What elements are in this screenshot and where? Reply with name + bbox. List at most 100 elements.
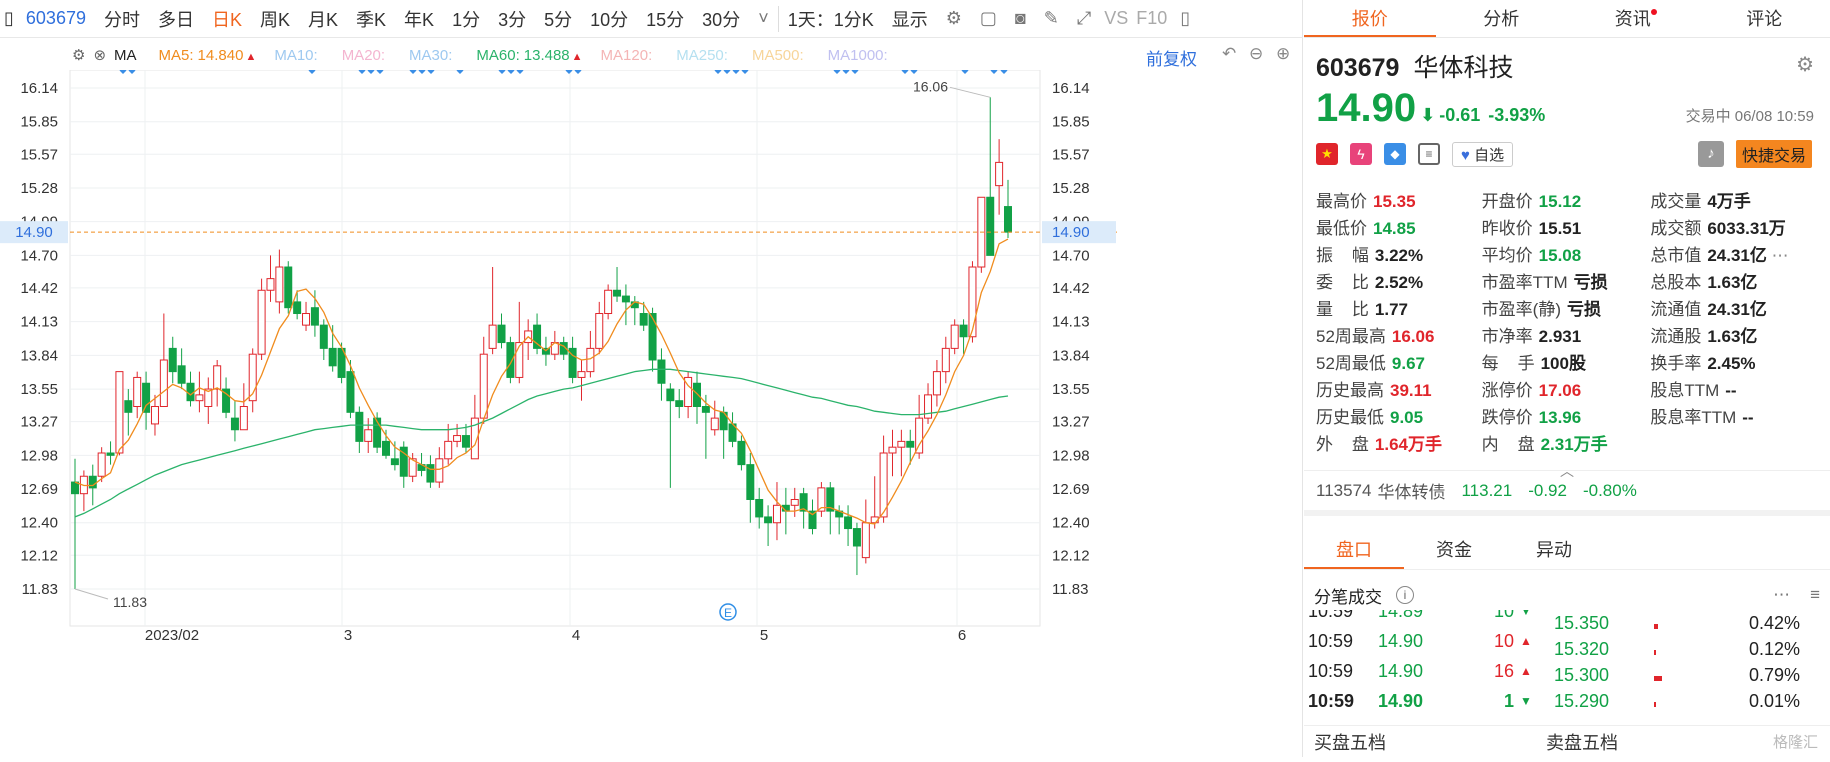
period-tab[interactable]: 3分 xyxy=(489,6,535,32)
stat-label: 涨停价 xyxy=(1482,381,1533,400)
layout-icon[interactable]: ▢ xyxy=(971,8,1006,29)
period-tab[interactable]: 分时 xyxy=(95,6,149,32)
period-tab[interactable]: 5分 xyxy=(535,6,581,32)
price-change: -0.61 xyxy=(1439,105,1480,126)
candle-body xyxy=(676,401,683,407)
candle-body xyxy=(578,372,585,378)
ma-type-select[interactable]: MA xyxy=(114,47,137,64)
down-arrow-icon: ⬇ xyxy=(1420,105,1435,126)
tick-volume: 16 xyxy=(1474,661,1514,682)
stat-cell: 成交量4万手 xyxy=(1650,187,1816,212)
stat-label: 最高价 xyxy=(1316,192,1367,211)
candle-body xyxy=(169,348,176,371)
period-tab[interactable]: 年K xyxy=(395,6,443,32)
candle-body xyxy=(489,325,496,348)
quote-tab[interactable]: 评论 xyxy=(1699,0,1830,37)
up-arrow-icon: ▲ xyxy=(572,51,583,63)
more-icon[interactable]: ⋯ xyxy=(1773,585,1790,605)
display-menu[interactable]: 显示 xyxy=(883,6,937,32)
period-tab[interactable]: 季K xyxy=(347,6,395,32)
stock-code-label[interactable]: 603679 xyxy=(18,8,95,29)
quote-tab[interactable]: 资讯 xyxy=(1567,0,1699,37)
sub-tab[interactable]: 资金 xyxy=(1404,530,1504,569)
period-tab[interactable]: 周K xyxy=(251,6,299,32)
candle-body xyxy=(480,354,487,418)
stat-value: 1.63亿 xyxy=(1707,327,1757,346)
stat-label: 52周最低 xyxy=(1316,354,1386,373)
ma-indicator-bar: ⚙ ⊗ MA MA5:14.840▲MA10:MA20:MA30:MA60:13… xyxy=(0,38,1303,72)
lightning-icon[interactable]: ϟ xyxy=(1350,143,1372,165)
camera-icon[interactable]: ◙ xyxy=(1006,8,1035,29)
period-tab[interactable]: 10分 xyxy=(581,6,637,32)
candle-body xyxy=(907,441,914,447)
expand-icon[interactable]: ≡ xyxy=(1810,585,1820,605)
tick-price: 14.90 xyxy=(1378,691,1474,712)
f10-button[interactable]: F10 xyxy=(1132,8,1171,29)
up-arrow-icon: ▲ xyxy=(245,51,256,63)
settings-icon[interactable]: ⚙ xyxy=(72,46,85,64)
candle-body xyxy=(267,279,274,291)
period-tab[interactable]: 15分 xyxy=(637,6,693,32)
quote-tab[interactable]: 分析 xyxy=(1436,0,1568,37)
bond-change: -0.92 xyxy=(1528,481,1567,501)
stat-label: 总股本 xyxy=(1650,273,1701,292)
candle-body xyxy=(294,302,301,314)
ma-item: MA250: xyxy=(676,47,734,64)
period-tab[interactable]: 多日 xyxy=(149,6,203,32)
stat-cell: 昨收价15.51 xyxy=(1482,214,1651,239)
sidebar-icon[interactable]: ▯ xyxy=(1171,8,1199,29)
period-tab[interactable]: 月K xyxy=(299,6,347,32)
stat-value: 15.12 xyxy=(1539,192,1582,211)
collapse-chevron-icon[interactable]: ︿ xyxy=(1560,461,1574,481)
add-watchlist-button[interactable]: ♥ 自选 xyxy=(1452,142,1513,167)
candle-body xyxy=(996,162,1003,185)
candle-body xyxy=(436,459,443,482)
flag-icon[interactable]: ★ xyxy=(1316,143,1338,165)
info-icon[interactable]: i xyxy=(1396,586,1414,604)
vs-button[interactable]: VS xyxy=(1100,8,1132,29)
period-tab[interactable]: 30分 xyxy=(693,6,749,32)
candle-body xyxy=(143,383,150,412)
interval-select[interactable]: 1天：1分K xyxy=(778,6,883,32)
sub-tab[interactable]: 异动 xyxy=(1504,530,1604,569)
candle-body xyxy=(614,290,621,296)
settings-icon[interactable]: ⚙ xyxy=(1796,52,1814,77)
settings-icon[interactable]: ⚙ xyxy=(937,8,971,29)
stat-value: 15.08 xyxy=(1539,246,1582,265)
alert-bell-icon[interactable]: ♪ xyxy=(1698,141,1724,167)
tag-icon[interactable]: ◆ xyxy=(1384,143,1406,165)
stat-value: 4万手 xyxy=(1707,192,1750,211)
quote-tab[interactable]: 报价 xyxy=(1304,0,1436,37)
fullscreen-icon[interactable]: ⤢ xyxy=(1068,8,1100,29)
stat-label: 每 手 xyxy=(1482,354,1535,373)
toolbar: ▯ 603679 分时多日日K周K月K季K年K1分3分5分10分15分30分˅1… xyxy=(0,0,1303,38)
minus-circle-icon[interactable]: ⊖ xyxy=(1249,44,1263,64)
sub-tab[interactable]: 盘口 xyxy=(1304,530,1404,569)
period-dropdown-icon[interactable]: ˅ xyxy=(749,8,778,29)
plus-circle-icon[interactable]: ⊕ xyxy=(1276,44,1290,64)
more-icon[interactable]: ⋯ xyxy=(1767,246,1789,265)
stats-row: 最高价15.35开盘价15.12成交量4万手 xyxy=(1316,186,1816,213)
watermark-logo: 格隆汇 xyxy=(1773,731,1818,752)
undo-icon[interactable]: ↶ xyxy=(1222,44,1236,64)
ask-label: 卖盘五档 xyxy=(1546,729,1618,755)
period-tab[interactable]: 1分 xyxy=(443,6,489,32)
close-icon[interactable]: ⊗ xyxy=(93,46,106,64)
stat-cell: 平均价15.08 xyxy=(1482,241,1651,266)
quick-trade-button[interactable]: 快捷交易 xyxy=(1736,140,1812,168)
candle-body xyxy=(151,407,158,424)
stat-label: 股息率TTM xyxy=(1650,408,1736,427)
panel-toggle-icon[interactable]: ▯ xyxy=(0,8,18,29)
kline-chart[interactable]: 16.1416.1415.8515.8515.5715.5715.2815.28… xyxy=(0,70,1303,757)
adjust-mode-button[interactable]: 前复权 xyxy=(1146,45,1197,70)
y-tick-label-right: 13.27 xyxy=(1052,414,1090,431)
pen-icon[interactable]: ✎ xyxy=(1035,8,1068,29)
bond-row[interactable]: ︿ 113574 华体转债 113.21 -0.92 -0.80% xyxy=(1304,470,1830,516)
candle-body xyxy=(640,314,647,326)
period-tab[interactable]: 日K xyxy=(203,6,251,32)
y-tick-label-right: 11.83 xyxy=(1052,581,1088,598)
note-icon[interactable]: ≡ xyxy=(1418,143,1440,165)
distribution-pct: 0.12% xyxy=(1734,639,1800,660)
stat-cell: 总股本1.63亿 xyxy=(1650,268,1816,293)
tick-price: 14.90 xyxy=(1378,661,1474,682)
